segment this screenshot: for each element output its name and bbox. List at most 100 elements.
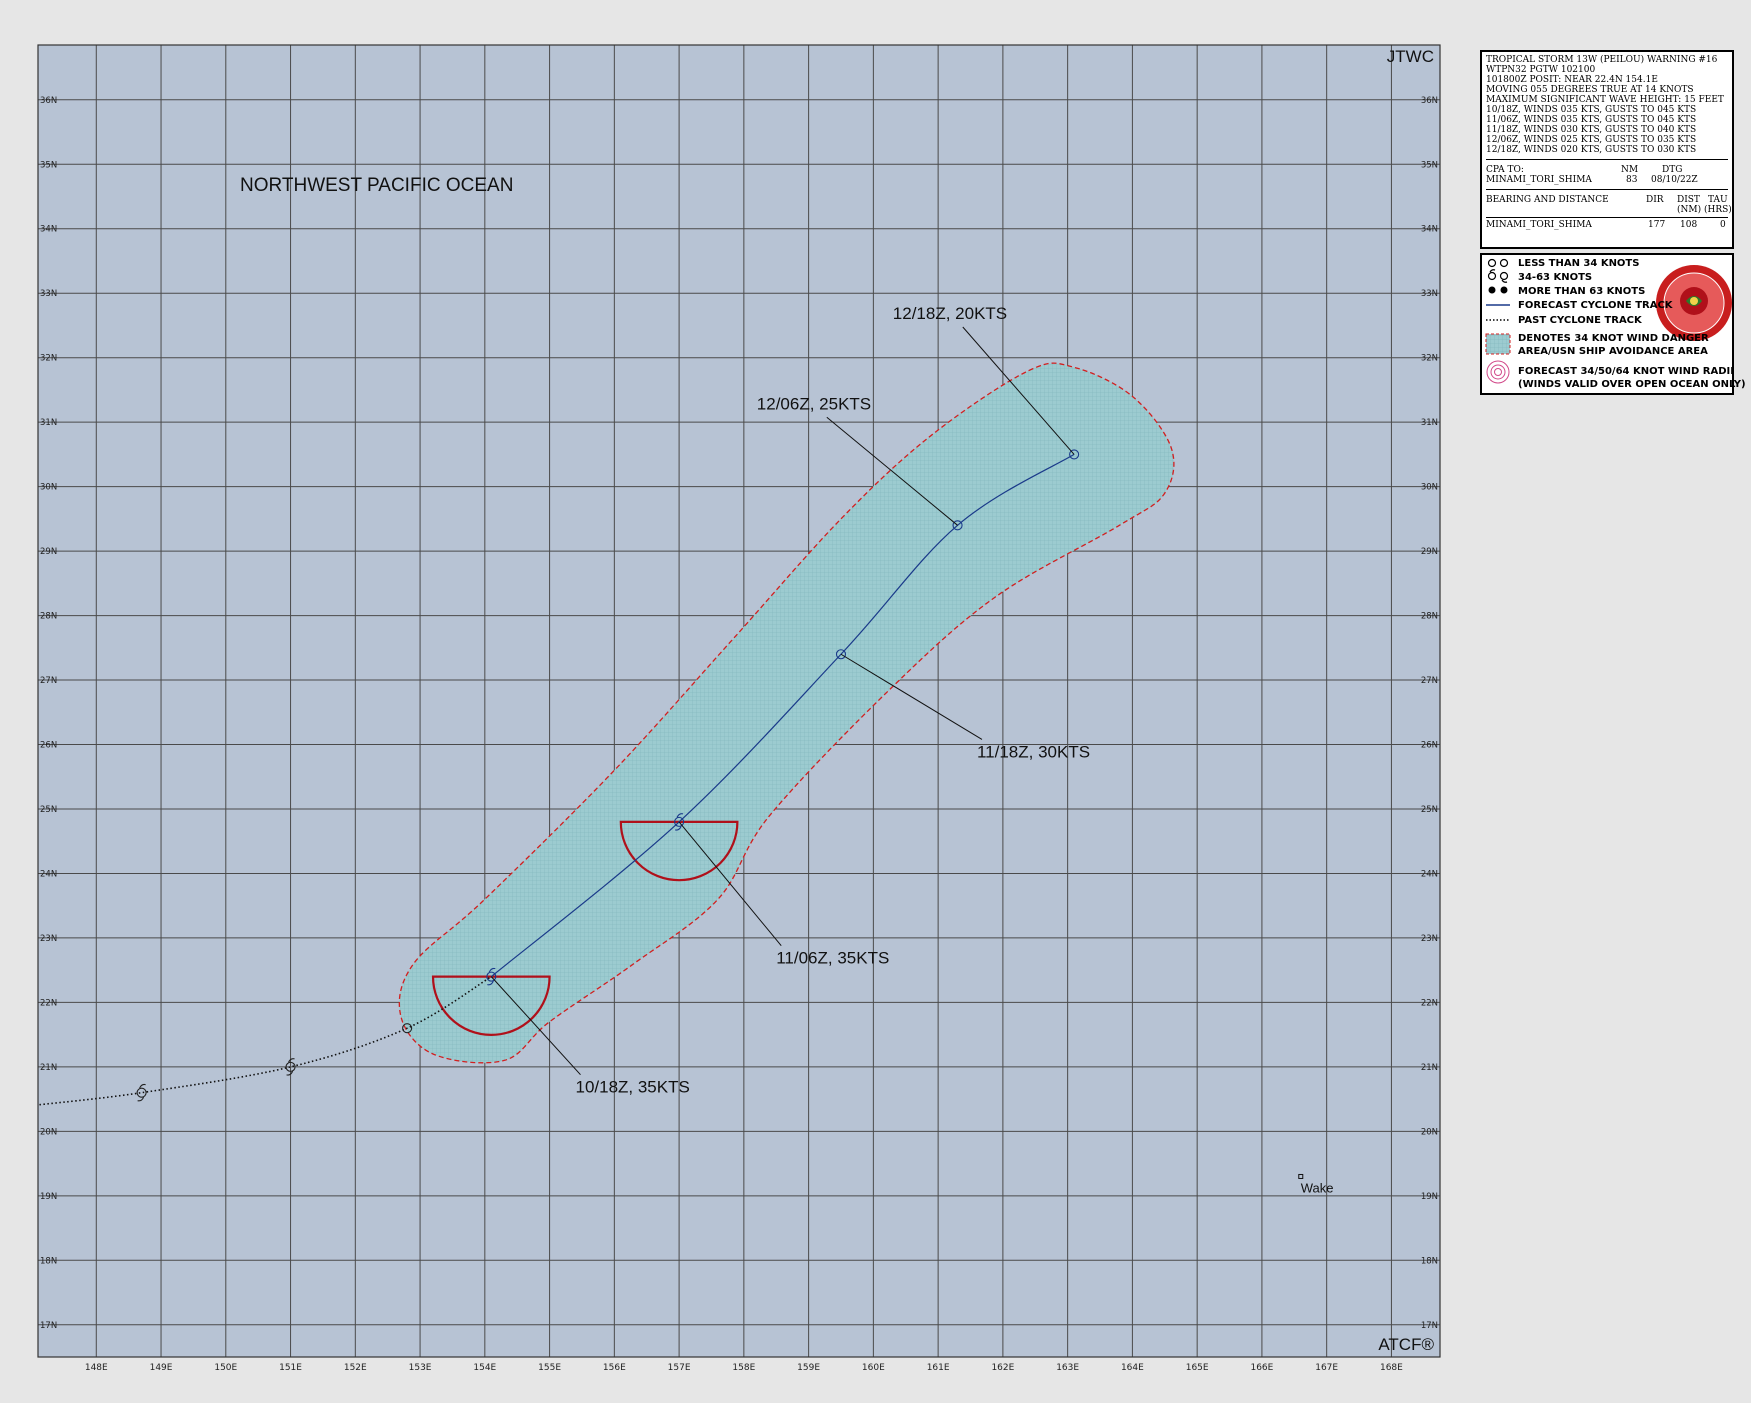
latitude-tick-label-right: 27N [1421, 676, 1438, 686]
forecast-point-label: 12/18Z, 20KTS [893, 304, 1007, 323]
legend-ts-symbol [1487, 269, 1509, 283]
longitude-tick-label: 168E [1380, 1363, 1403, 1373]
bearing-units-row: (NM) (HRS) [1486, 205, 1732, 215]
legend-box: LESS THAN 34 KNOTS 34-63 KNOTS MORE THAN… [1480, 253, 1746, 395]
legend-item-34-63: 34-63 KNOTS [1518, 272, 1593, 283]
longitude-tick-label: 155E [538, 1363, 561, 1373]
legend-item-avoidance-area: AREA/USN SHIP AVOIDANCE AREA [1518, 346, 1708, 357]
cpa-dtg-header: DTG [1662, 165, 1683, 175]
latitude-tick-label-right: 31N [1421, 418, 1438, 428]
longitude-tick-label: 156E [603, 1363, 626, 1373]
latitude-tick-label-right: 23N [1421, 934, 1438, 944]
latitude-tick-label-left: 20N [40, 1127, 57, 1137]
forecast-point-label: 11/06Z, 35KTS [776, 949, 889, 968]
latitude-tick-label-left: 36N [40, 96, 57, 106]
latitude-tick-label-right: 34N [1421, 225, 1438, 235]
longitude-tick-label: 148E [85, 1363, 108, 1373]
longitude-tick-label: 157E [668, 1363, 691, 1373]
latitude-tick-label-left: 18N [40, 1256, 57, 1266]
latitude-tick-label-right: 18N [1421, 1256, 1438, 1266]
longitude-tick-label: 160E [862, 1363, 885, 1373]
legend-radii-symbol [1486, 360, 1510, 384]
longitude-tick-label: 153E [409, 1363, 432, 1373]
latitude-tick-label-left: 25N [40, 805, 57, 815]
bearing-dist: 108 [1680, 220, 1698, 230]
bearing-row: MINAMI_TORI_SHIMA 177 108 0 [1486, 220, 1728, 230]
longitude-tick-label: 151E [279, 1363, 302, 1373]
legend-item-danger-area: DENOTES 34 KNOT WIND DANGER [1518, 333, 1709, 344]
tau-unit: (HRS) [1704, 205, 1732, 215]
cpa-place: MINAMI_TORI_SHIMA [1486, 175, 1592, 185]
latitude-tick-label-left: 33N [40, 289, 57, 299]
warning-line: 11/18Z, WINDS 030 KTS, GUSTS TO 040 KTS [1486, 125, 1697, 135]
cpa-nm-header: NM [1621, 165, 1639, 175]
cpa-separator [1486, 189, 1728, 190]
legend-typhoon-symbol [1488, 286, 1508, 294]
latitude-tick-label-left: 26N [40, 741, 57, 751]
latitude-tick-label-left: 23N [40, 934, 57, 944]
forecast-point-label: 10/18Z, 35KTS [575, 1078, 689, 1097]
cpa-nm: 83 [1626, 175, 1638, 185]
agency-label: JTWC [1387, 47, 1434, 66]
legend-danger-swatch [1485, 333, 1511, 355]
dir-header: DIR [1646, 195, 1664, 205]
latitude-tick-label-left: 28N [40, 612, 57, 622]
wake-island-label: Wake [1301, 1180, 1334, 1195]
dist-unit: (NM) [1677, 205, 1702, 215]
legend-item-forecast-track: FORECAST CYCLONE TRACK [1518, 300, 1673, 311]
warning-line: 101800Z POSIT: NEAR 22.4N 154.1E [1486, 75, 1658, 85]
longitude-tick-label: 161E [927, 1363, 950, 1373]
tau-header: TAU [1708, 195, 1728, 205]
forecast-point-label: 12/06Z, 25KTS [757, 394, 871, 413]
latitude-tick-label-right: 24N [1421, 869, 1438, 879]
latitude-tick-label-left: 19N [40, 1192, 57, 1202]
latitude-tick-label-left: 31N [40, 418, 57, 428]
latitude-tick-label-left: 34N [40, 225, 57, 235]
longitude-tick-label: 158E [732, 1363, 755, 1373]
warning-line: 12/06Z, WINDS 025 KTS, GUSTS TO 035 KTS [1486, 135, 1697, 145]
latitude-tick-label-left: 27N [40, 676, 57, 686]
bearing-place: MINAMI_TORI_SHIMA [1486, 220, 1592, 230]
longitude-tick-label: 159E [797, 1363, 820, 1373]
dist-header: DIST [1677, 195, 1700, 205]
warning-lines: TROPICAL STORM 13W (PEILOU) WARNING #16 W… [1486, 55, 1728, 155]
warning-line: WTPN32 PGTW 102100 [1486, 65, 1596, 75]
warning-separator [1486, 159, 1728, 160]
longitude-tick-label: 149E [150, 1363, 173, 1373]
cpa-header: CPA TO: [1486, 165, 1524, 175]
longitude-tick-label: 166E [1250, 1363, 1273, 1373]
latitude-tick-label-right: 35N [1421, 160, 1438, 170]
latitude-tick-label-left: 30N [40, 483, 57, 493]
bearing-header: BEARING AND DISTANCE [1486, 195, 1609, 205]
cpa-header-row: CPA TO: NM DTG [1486, 165, 1728, 175]
longitude-tick-label: 162E [991, 1363, 1014, 1373]
latitude-tick-label-left: 22N [40, 998, 57, 1008]
warning-line: 11/06Z, WINDS 035 KTS, GUSTS TO 045 KTS [1486, 115, 1697, 125]
latitude-tick-label-right: 28N [1421, 612, 1438, 622]
longitude-tick-label: 165E [1186, 1363, 1209, 1373]
bearing-separator [1486, 217, 1728, 218]
forecast-point-label: 11/18Z, 30KTS [977, 742, 1090, 761]
legend-item-wind-radii: FORECAST 34/50/64 KNOT WIND RADII [1518, 366, 1734, 377]
warning-line: 12/18Z, WINDS 020 KTS, GUSTS TO 030 KTS [1486, 145, 1697, 155]
latitude-tick-label-right: 29N [1421, 547, 1438, 557]
latitude-tick-label-left: 24N [40, 869, 57, 879]
region-label: NORTHWEST PACIFIC OCEAN [240, 175, 513, 196]
latitude-tick-label-right: 19N [1421, 1192, 1438, 1202]
longitude-tick-label: 152E [344, 1363, 367, 1373]
cpa-dtg: 08/10/22Z [1651, 175, 1698, 185]
legend-td-symbol [1487, 258, 1509, 268]
latitude-tick-label-right: 25N [1421, 805, 1438, 815]
latitude-tick-label-right: 22N [1421, 998, 1438, 1008]
latitude-tick-label-left: 29N [40, 547, 57, 557]
latitude-tick-label-right: 26N [1421, 741, 1438, 751]
bearing-tau: 0 [1720, 220, 1726, 230]
latitude-tick-label-right: 32N [1421, 354, 1438, 364]
latitude-tick-label-right: 17N [1421, 1321, 1438, 1331]
warning-line: TROPICAL STORM 13W (PEILOU) WARNING #16 [1486, 55, 1718, 65]
latitude-tick-label-left: 21N [40, 1063, 57, 1073]
latitude-tick-label-right: 33N [1421, 289, 1438, 299]
bearing-header-row: BEARING AND DISTANCE DIR DIST TAU [1486, 195, 1728, 205]
longitude-tick-label: 167E [1315, 1363, 1338, 1373]
latitude-tick-label-right: 30N [1421, 483, 1438, 493]
